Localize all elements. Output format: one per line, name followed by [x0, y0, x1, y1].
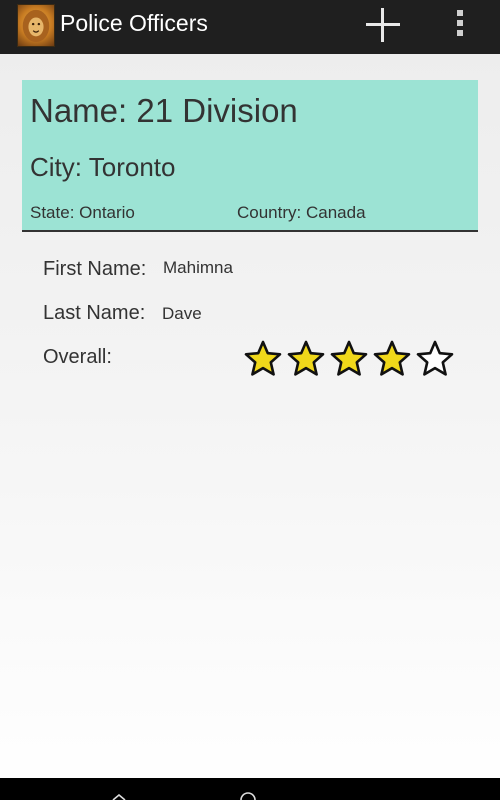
- star-filled-icon[interactable]: [287, 340, 325, 378]
- division-country: Country: Canada: [237, 203, 366, 222]
- star-filled-icon[interactable]: [244, 340, 282, 378]
- division-card: Name: 21 Division City: Toronto State: O…: [22, 80, 478, 232]
- first-name-label: First Name:: [43, 258, 147, 280]
- rating-bar[interactable]: [244, 340, 454, 380]
- overflow-menu-button[interactable]: [452, 8, 470, 40]
- action-bar: Police Officers: [0, 0, 500, 54]
- home-icon[interactable]: [240, 792, 256, 800]
- last-name-label: Last Name:: [43, 302, 146, 324]
- app-title: Police Officers: [60, 10, 208, 36]
- star-filled-icon[interactable]: [373, 340, 411, 378]
- lion-logo-icon[interactable]: [17, 4, 55, 47]
- last-name-value: Dave: [162, 304, 202, 323]
- star-filled-icon[interactable]: [330, 340, 368, 378]
- add-button[interactable]: [364, 6, 402, 44]
- division-city: City: Toronto: [30, 152, 176, 182]
- back-icon[interactable]: [112, 794, 126, 800]
- division-name: Name: 21 Division: [30, 92, 298, 129]
- overall-label: Overall:: [43, 346, 112, 368]
- division-state: State: Ontario: [30, 203, 135, 222]
- navigation-bar: [0, 778, 500, 800]
- first-name-value: Mahimna: [163, 258, 233, 277]
- star-empty-icon[interactable]: [416, 340, 454, 378]
